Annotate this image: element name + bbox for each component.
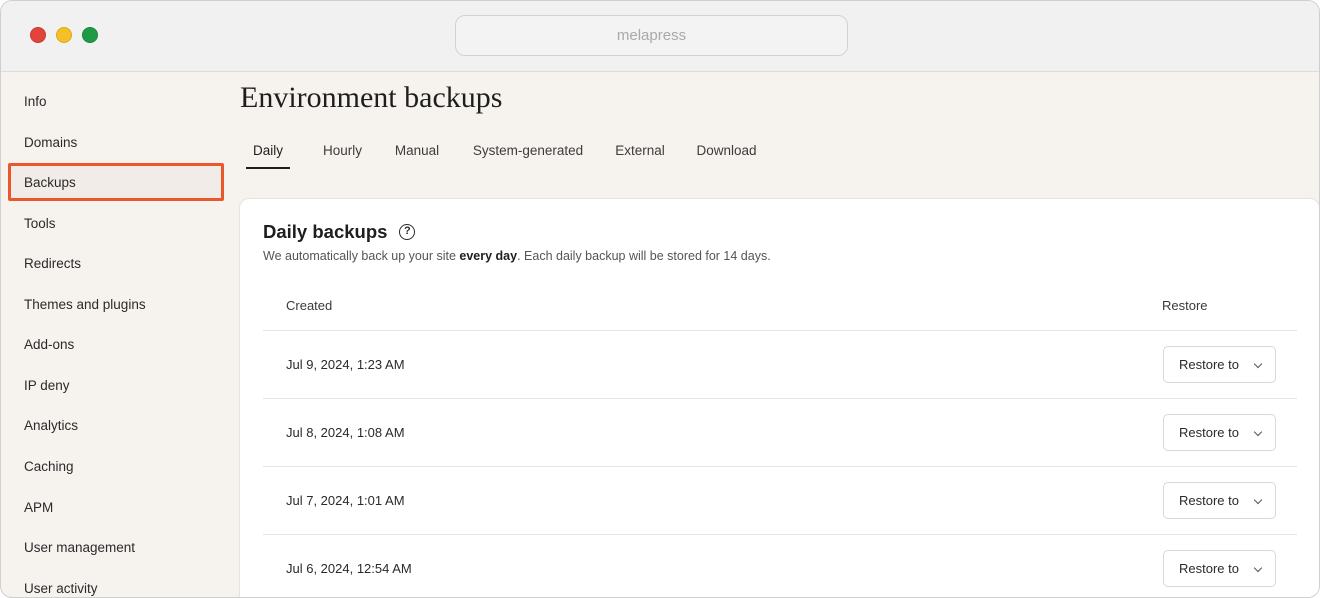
chevron-down-icon [1253,563,1263,573]
backup-created-date: Jul 8, 2024, 1:08 AM [286,425,405,440]
address-bar[interactable]: melapress [455,15,848,56]
backup-created-date: Jul 9, 2024, 1:23 AM [286,357,405,372]
sidebar-item-apm[interactable]: APM [8,488,224,526]
sidebar-item-analytics[interactable]: Analytics [8,406,224,444]
table-row: Jul 7, 2024, 1:01 AM Restore to [263,467,1297,535]
close-window-button[interactable] [30,27,46,43]
tab-hourly[interactable]: Hourly [320,134,365,169]
card-description: We automatically back up your site every… [263,249,771,263]
chevron-down-icon [1253,427,1263,437]
restore-to-button[interactable]: Restore to [1163,414,1276,451]
tab-download[interactable]: Download [694,134,759,169]
restore-to-label: Restore to [1179,561,1239,576]
chevron-down-icon [1253,359,1263,369]
desc-text-start: We automatically back up your site [263,249,460,263]
restore-to-label: Restore to [1179,357,1239,372]
tab-daily[interactable]: Daily [246,134,290,169]
restore-to-label: Restore to [1179,425,1239,440]
card-title-text: Daily backups [263,221,388,242]
sidebar-item-user-activity[interactable]: User activity [8,569,224,597]
title-bar: melapress [1,1,1319,72]
restore-to-button[interactable]: Restore to [1163,482,1276,519]
card-title: Daily backups ? [263,221,416,243]
sidebar-item-info[interactable]: Info [8,82,224,120]
sidebar: Info Domains Backups Tools Redirects The… [1,72,231,597]
table-row: Jul 9, 2024, 1:23 AM Restore to [263,331,1297,399]
help-circle-icon[interactable]: ? [399,224,416,240]
browser-window: melapress Info Domains Backups Tools Red… [0,0,1320,598]
tab-manual[interactable]: Manual [392,134,442,169]
column-header-created: Created [286,298,333,313]
table-row: Jul 8, 2024, 1:08 AM Restore to [263,399,1297,467]
sidebar-item-backups[interactable]: Backups [8,163,224,201]
page-title: Environment backups [240,81,503,114]
sidebar-item-redirects[interactable]: Redirects [8,244,224,282]
restore-to-button[interactable]: Restore to [1163,550,1276,587]
sidebar-item-caching[interactable]: Caching [8,447,224,485]
backup-created-date: Jul 6, 2024, 12:54 AM [286,561,412,576]
tab-system-generated[interactable]: System-generated [468,134,588,169]
maximize-window-button[interactable] [82,27,98,43]
sidebar-item-domains[interactable]: Domains [8,123,224,161]
minimize-window-button[interactable] [56,27,72,43]
sidebar-item-themes-and-plugins[interactable]: Themes and plugins [8,285,224,323]
sidebar-item-user-management[interactable]: User management [8,528,224,566]
sidebar-item-tools[interactable]: Tools [8,204,224,242]
restore-to-button[interactable]: Restore to [1163,346,1276,383]
tab-external[interactable]: External [613,134,667,169]
table-row: Jul 6, 2024, 12:54 AM Restore to [263,535,1297,597]
chevron-down-icon [1253,495,1263,505]
column-header-restore: Restore [1162,298,1208,313]
sidebar-item-ip-deny[interactable]: IP deny [8,366,224,404]
sidebar-item-add-ons[interactable]: Add-ons [8,325,224,363]
backup-created-date: Jul 7, 2024, 1:01 AM [286,493,405,508]
desc-text-end: . Each daily backup will be stored for 1… [517,249,771,263]
restore-to-label: Restore to [1179,493,1239,508]
desc-text-bold: every day [459,249,518,263]
daily-backups-card: Daily backups ? We automatically back up… [239,198,1319,597]
